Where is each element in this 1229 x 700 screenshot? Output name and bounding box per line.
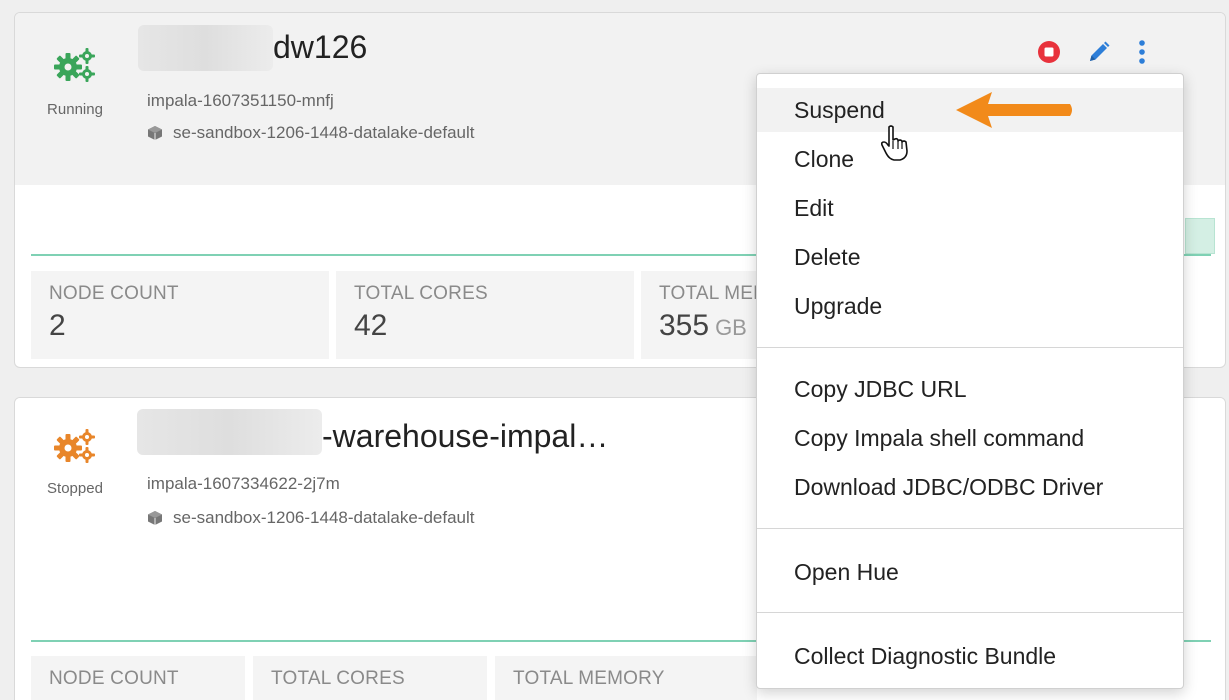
instance-id: impala-1607351150-mnfj bbox=[147, 91, 334, 110]
arrow-left-icon bbox=[956, 92, 1072, 128]
metric-label: TOTAL CORES bbox=[354, 283, 488, 304]
gears-icon bbox=[54, 48, 95, 82]
status-label: Stopped bbox=[47, 480, 103, 497]
vertical-ellipsis-icon[interactable] bbox=[1137, 39, 1147, 65]
menu-item-delete[interactable]: Delete bbox=[757, 235, 1183, 279]
menu-item-upgrade[interactable]: Upgrade bbox=[757, 284, 1183, 328]
warehouse-name: -warehouse-impal… bbox=[322, 418, 609, 454]
menu-item-clone[interactable]: Clone bbox=[757, 137, 1183, 181]
environment-row: se-sandbox-1206-1448-datalake-default bbox=[147, 508, 474, 528]
status-label: Running bbox=[47, 101, 103, 118]
metric-total-memory: TOTAL MEMORY bbox=[495, 656, 757, 700]
metric-label: TOTAL CORES bbox=[271, 668, 405, 689]
environment-row: se-sandbox-1206-1448-datalake-default bbox=[147, 123, 474, 143]
menu-item-copy-impala-shell[interactable]: Copy Impala shell command bbox=[757, 416, 1183, 460]
warehouse-name: dw126 bbox=[273, 29, 368, 65]
status-indicator: Running bbox=[35, 47, 115, 118]
progress-indicator bbox=[1185, 218, 1215, 254]
metric-node-count: NODE COUNT bbox=[31, 656, 245, 700]
card-actions bbox=[1037, 39, 1147, 65]
metric-total-cores: TOTAL CORES bbox=[253, 656, 487, 700]
gears-icon bbox=[54, 429, 95, 463]
stop-circle-icon[interactable] bbox=[1037, 40, 1061, 64]
menu-item-copy-jdbc-url[interactable]: Copy JDBC URL bbox=[757, 367, 1183, 411]
menu-item-edit[interactable]: Edit bbox=[757, 186, 1183, 230]
environment-name: se-sandbox-1206-1448-datalake-default bbox=[173, 508, 475, 527]
instance-id: impala-1607334622-2j7m bbox=[147, 474, 340, 493]
environment-name: se-sandbox-1206-1448-datalake-default bbox=[173, 123, 475, 142]
metric-total-cores: TOTAL CORES 42 bbox=[336, 271, 634, 359]
redacted-name-prefix bbox=[137, 409, 322, 455]
redacted-name-prefix bbox=[138, 25, 273, 71]
menu-item-download-driver[interactable]: Download JDBC/ODBC Driver bbox=[757, 465, 1183, 509]
actions-menu: Suspend Clone Edit Delete Upgrade Copy J… bbox=[756, 73, 1184, 689]
menu-divider bbox=[757, 347, 1183, 348]
metric-label: NODE COUNT bbox=[49, 668, 179, 689]
metric-label: NODE COUNT bbox=[49, 283, 179, 304]
cube-icon bbox=[148, 126, 162, 140]
status-indicator: Stopped bbox=[35, 428, 115, 497]
metric-node-count: NODE COUNT 2 bbox=[31, 271, 329, 359]
hand-pointer-icon bbox=[880, 125, 908, 161]
cube-icon bbox=[148, 511, 162, 525]
menu-item-open-hue[interactable]: Open Hue bbox=[757, 550, 1183, 594]
menu-divider bbox=[757, 612, 1183, 613]
menu-divider bbox=[757, 528, 1183, 529]
metric-value: 2 bbox=[49, 309, 66, 342]
metric-label: TOTAL MEMORY bbox=[513, 668, 665, 689]
pencil-icon[interactable] bbox=[1087, 40, 1111, 64]
menu-item-collect-diagnostic-bundle[interactable]: Collect Diagnostic Bundle bbox=[757, 634, 1183, 678]
metric-value: 42 bbox=[354, 309, 388, 342]
